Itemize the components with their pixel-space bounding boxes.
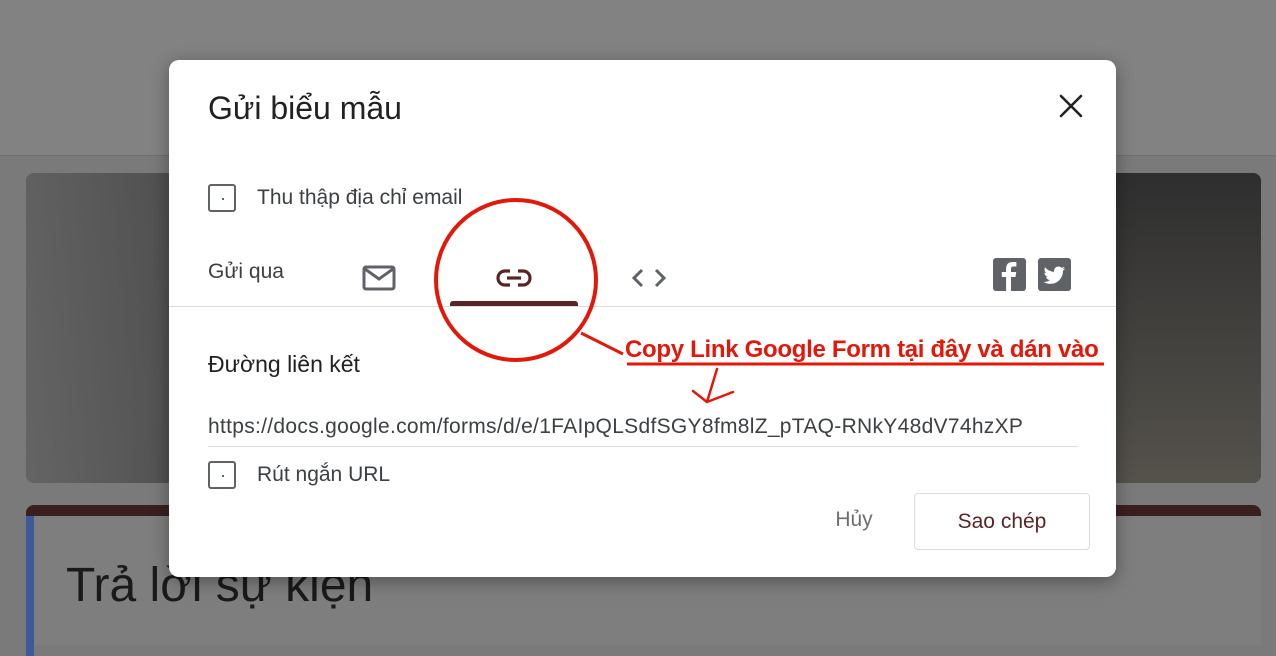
twitter-share-button[interactable] bbox=[1038, 258, 1071, 291]
copy-button[interactable]: Sao chép bbox=[914, 493, 1090, 550]
annotation-text: Copy Link Google Form tại đây và dán vào bbox=[625, 336, 1099, 363]
cancel-button[interactable]: Hủy bbox=[809, 492, 899, 548]
shorten-url-row[interactable]: Rút ngắn URL bbox=[208, 461, 390, 489]
close-icon bbox=[1059, 94, 1083, 118]
form-link-field[interactable] bbox=[208, 408, 1078, 447]
twitter-icon bbox=[1043, 266, 1066, 284]
tab-link[interactable] bbox=[450, 250, 578, 306]
collect-email-label: Thu thập địa chỉ email bbox=[257, 186, 463, 209]
facebook-share-button[interactable] bbox=[993, 258, 1026, 291]
link-section-label: Đường liên kết bbox=[208, 351, 360, 377]
tab-embed-html[interactable] bbox=[627, 250, 671, 306]
card-accent-bar bbox=[26, 516, 34, 656]
tabs-divider bbox=[169, 306, 1116, 307]
link-icon bbox=[496, 269, 532, 287]
shorten-url-checkbox[interactable] bbox=[208, 461, 236, 489]
mail-icon bbox=[362, 265, 396, 291]
embed-code-icon bbox=[631, 268, 667, 288]
send-via-label: Gửi qua bbox=[208, 260, 284, 283]
facebook-icon bbox=[1001, 262, 1017, 291]
shorten-url-label: Rút ngắn URL bbox=[257, 463, 391, 486]
collect-email-row[interactable]: Thu thập địa chỉ email bbox=[208, 184, 462, 212]
collect-email-checkbox[interactable] bbox=[208, 184, 236, 212]
send-form-dialog: Gửi biểu mẫu Thu thập địa chỉ email Gửi … bbox=[169, 60, 1116, 577]
dialog-title: Gửi biểu mẫu bbox=[208, 90, 402, 126]
close-button[interactable] bbox=[1053, 88, 1089, 124]
tab-email[interactable] bbox=[357, 250, 401, 306]
